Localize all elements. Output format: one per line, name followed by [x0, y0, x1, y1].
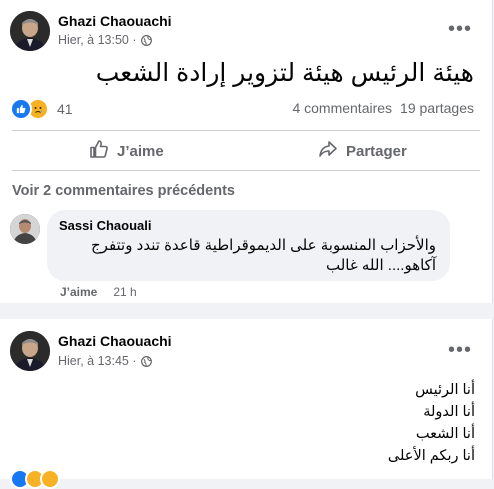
post-text: هيئة الرئيس هيئة لتزوير إرادة الشعب [95, 59, 474, 87]
comment-text-line: والأحزاب المنسوبة على الديموقراطية قاعدة… [90, 237, 436, 254]
shares-count[interactable]: 19 partages [400, 100, 474, 116]
post-text-line: أنا الشعب [415, 426, 475, 442]
post-card: Ghazi Chaouachi Hier, à 13:45 · ••• أنا … [0, 319, 493, 489]
comment-text-line: آكاهو.... الله غالب [325, 257, 436, 274]
post-text-line: أنا الرئيس [415, 382, 475, 398]
thumbs-up-icon [89, 139, 109, 163]
post-timestamp[interactable]: Hier, à 13:45 · [58, 354, 137, 368]
comment-like-button[interactable]: J’aime [60, 285, 97, 299]
divider [12, 130, 480, 131]
share-button-label: Partager [346, 142, 407, 160]
more-horizontal-icon[interactable]: ••• [448, 19, 472, 39]
comment-text: والأحزاب المنسوبة على الديموقراطية قاعدة… [91, 236, 436, 276]
divider [12, 170, 480, 171]
post-author-name[interactable]: Ghazi Chaouachi [58, 13, 172, 29]
more-horizontal-icon[interactable]: ••• [448, 340, 472, 360]
post-text-line: أنا ربكم الأعلى [387, 448, 475, 464]
reactions-summary[interactable] [10, 469, 60, 489]
comment-bubble: Sassi Chaouali والأحزاب المنسوبة على الد… [47, 210, 450, 281]
comment-author[interactable]: Sassi Chaouali [59, 218, 151, 233]
globe-icon[interactable] [140, 34, 152, 46]
post-timestamp[interactable]: Hier, à 13:50 · [58, 33, 137, 47]
commenter-avatar[interactable] [10, 214, 40, 244]
author-avatar[interactable] [10, 331, 50, 371]
post-meta: Hier, à 13:50 · [58, 33, 152, 47]
post-text: أنا الرئيس أنا الدولة أنا الشعب أنا ربكم… [388, 379, 475, 467]
post-card: Ghazi Chaouachi Hier, à 13:50 · ••• هيئة… [0, 0, 493, 303]
like-reaction-icon [10, 98, 32, 120]
post-author-name[interactable]: Ghazi Chaouachi [58, 333, 172, 349]
post-stats: 4 commentaires 19 partages [292, 100, 474, 116]
share-arrow-icon [318, 139, 338, 163]
comment-timestamp[interactable]: 21 h [113, 285, 136, 299]
comments-count[interactable]: 4 commentaires [292, 100, 392, 116]
view-previous-comments-link[interactable]: Voir 2 commentaires précédents [12, 183, 235, 199]
comment-actions: J’aime 21 h [60, 285, 137, 299]
reaction-icon [40, 469, 60, 489]
globe-icon[interactable] [140, 355, 152, 367]
like-button-label: J’aime [117, 142, 164, 160]
post-meta: Hier, à 13:45 · [58, 354, 152, 368]
author-avatar[interactable] [10, 11, 50, 51]
reaction-count: 41 [57, 101, 73, 117]
post-text-line: أنا الدولة [423, 404, 475, 420]
reactions-summary[interactable]: 41 [10, 98, 73, 120]
like-button[interactable]: J’aime [89, 140, 164, 162]
share-button[interactable]: Partager [318, 140, 407, 162]
